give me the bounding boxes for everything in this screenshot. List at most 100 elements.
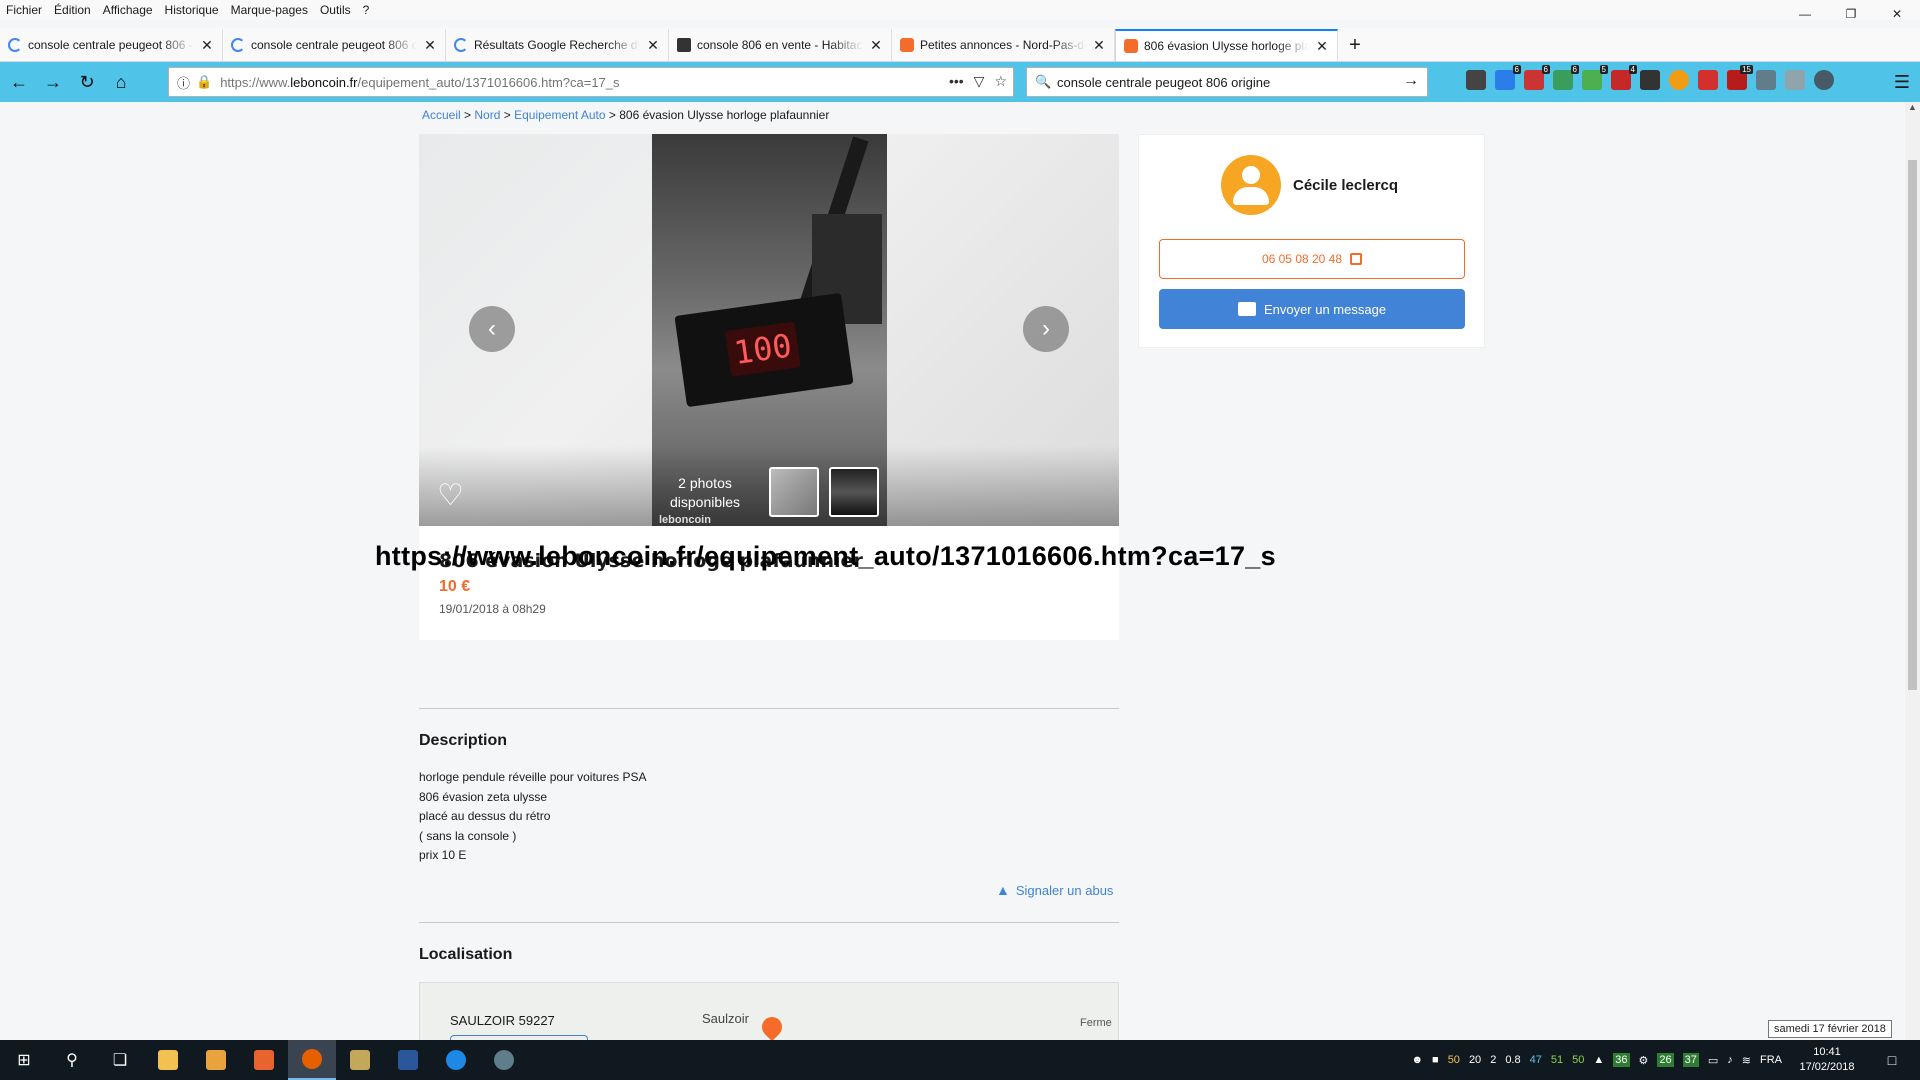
volume-icon[interactable]: ♪ — [1727, 1054, 1733, 1066]
url-bar[interactable]: ⓘ 🔒 https://www. leboncoin.fr/equipement_… — [168, 67, 1014, 97]
avatar-head — [1242, 166, 1260, 184]
close-tab-icon[interactable]: ✕ — [1092, 37, 1106, 54]
task-view-icon[interactable]: ❏ — [96, 1040, 144, 1080]
home-icon[interactable]: ⌂ — [106, 67, 136, 97]
app-icon[interactable] — [432, 1040, 480, 1080]
windows-start-icon[interactable]: ⊞ — [0, 1040, 48, 1080]
close-tab-icon[interactable]: ✕ — [869, 37, 883, 54]
app-icon[interactable] — [192, 1040, 240, 1080]
restore-icon[interactable]: ❐ — [1828, 0, 1874, 28]
extension-icon[interactable] — [1814, 70, 1834, 90]
system-tray: ☻ ■ 50 20 2 0.8 47 51 50 ▲ 36 ⚙ 26 37 ▭ … — [1411, 1040, 1920, 1080]
battery-icon[interactable]: ▭ — [1708, 1054, 1718, 1067]
library-icon[interactable] — [1466, 70, 1486, 90]
phone-button[interactable]: 06 05 08 20 48 — [1159, 239, 1465, 279]
crumb-home[interactable]: Accueil — [422, 108, 461, 122]
close-tab-icon[interactable]: ✕ — [1315, 38, 1329, 55]
word-icon[interactable] — [384, 1040, 432, 1080]
extension-icon[interactable]: 6 — [1524, 65, 1550, 90]
menu-affichage[interactable]: Affichage — [103, 3, 153, 17]
browser-tab[interactable]: console centrale peugeot 806 - ✕ — [0, 29, 223, 61]
crumb-category[interactable]: Equipement Auto — [514, 108, 605, 122]
extension-icon[interactable]: 6 — [1495, 65, 1521, 90]
menu-help[interactable]: ? — [363, 3, 370, 17]
seller-name[interactable]: Cécile leclercq — [1293, 177, 1398, 194]
browser-tab[interactable]: Résultats Google Recherche d'i ✕ — [446, 29, 669, 61]
menu-outils[interactable]: Outils — [320, 3, 351, 17]
close-tab-icon[interactable]: ✕ — [200, 37, 214, 54]
extension-icon[interactable] — [1756, 70, 1776, 90]
minimize-icon[interactable]: — — [1782, 0, 1828, 28]
sidebar-icon[interactable] — [1640, 70, 1660, 90]
reload-icon[interactable]: ↻ — [72, 67, 102, 97]
tray-icon[interactable]: ⚙ — [1639, 1054, 1649, 1067]
word-glyph — [398, 1050, 418, 1070]
pocket-icon[interactable]: ▽ — [974, 73, 985, 90]
photo-thumbnail[interactable] — [829, 467, 879, 517]
app-icon[interactable] — [336, 1040, 384, 1080]
location-heading: Localisation — [419, 946, 513, 963]
close-window-icon[interactable]: ✕ — [1874, 0, 1920, 28]
pen-icon[interactable] — [1698, 70, 1718, 90]
system-clock[interactable]: 10:41 17/02/2018 — [1791, 1045, 1863, 1075]
notification-icon[interactable]: □ — [1872, 1040, 1912, 1080]
map-pin-icon — [757, 1012, 787, 1041]
info-icon[interactable]: ⓘ — [177, 73, 190, 92]
network-icon[interactable]: ≋ — [1742, 1054, 1751, 1067]
menu-marque-pages[interactable]: Marque-pages — [231, 3, 308, 17]
firefox-icon[interactable] — [288, 1040, 336, 1080]
scroll-thumb[interactable] — [1908, 160, 1917, 690]
browser-tab[interactable]: console centrale peugeot 806 o ✕ — [223, 29, 446, 61]
language-indicator[interactable]: FRA — [1760, 1054, 1782, 1066]
search-go-icon[interactable]: → — [1403, 72, 1419, 90]
scroll-up-icon[interactable]: ▲ — [1905, 102, 1920, 116]
page-actions-icon[interactable]: ••• — [949, 73, 964, 90]
people-icon[interactable]: ☻ — [1411, 1054, 1423, 1066]
file-explorer-icon[interactable] — [144, 1040, 192, 1080]
new-tab-icon[interactable]: + — [1338, 29, 1372, 61]
location-map[interactable]: SAULZOIR 59227 Saulzoir Ferme — [419, 982, 1119, 1042]
extension-icon[interactable]: 5 — [1582, 65, 1608, 90]
menu-historique[interactable]: Historique — [165, 3, 219, 17]
download-icon[interactable] — [1785, 70, 1805, 90]
tray-value: 51 — [1550, 1054, 1564, 1066]
photo-gallery[interactable]: 100 ‹ › ♡ 2 photos disponibles leboncoin — [419, 134, 1119, 526]
menu-hamburger-icon[interactable]: ☰ — [1894, 72, 1910, 93]
google-icon — [454, 38, 468, 52]
extension-icon[interactable]: 6 — [1553, 65, 1579, 90]
next-photo-button[interactable]: › — [1023, 306, 1069, 352]
heart-icon[interactable]: ♡ — [437, 478, 464, 513]
tray-icon[interactable]: ■ — [1432, 1054, 1439, 1066]
app-glyph — [254, 1050, 274, 1070]
page-scrollbar[interactable]: ▲ — [1905, 102, 1920, 1040]
search-input[interactable]: 🔍 console centrale peugeot 806 origine → — [1026, 67, 1428, 97]
bookmark-star-icon[interactable]: ☆ — [994, 73, 1007, 90]
close-tab-icon[interactable]: ✕ — [646, 37, 660, 54]
send-message-button[interactable]: Envoyer un message — [1159, 289, 1465, 329]
description-line: 806 évasion zeta ulysse — [419, 789, 548, 804]
ad-price: 10 € — [439, 578, 471, 595]
star-icon[interactable] — [1669, 70, 1689, 90]
search-icon: 🔍 — [1035, 74, 1052, 89]
app-icon[interactable] — [240, 1040, 288, 1080]
photo-thumbnail[interactable] — [769, 467, 819, 517]
close-tab-icon[interactable]: ✕ — [423, 37, 437, 54]
browser-tab-active[interactable]: 806 évasion Ulysse horloge plaf ✕ — [1115, 29, 1338, 61]
report-label: Signaler un abus — [1015, 882, 1114, 898]
crumb-region[interactable]: Nord — [474, 108, 500, 122]
browser-tab[interactable]: Petites annonces - Nord-Pas-de ✕ — [892, 29, 1115, 61]
menu-edition[interactable]: Édition — [54, 3, 91, 17]
adblock-icon[interactable]: 4 — [1611, 65, 1637, 90]
app-icon[interactable] — [480, 1040, 528, 1080]
clock-time: 10:41 — [1813, 1046, 1841, 1058]
ublock-icon[interactable]: 15 — [1727, 65, 1753, 90]
previous-photo-button[interactable]: ‹ — [469, 306, 515, 352]
back-icon[interactable]: ← — [4, 67, 34, 97]
report-abuse-link[interactable]: ▲ Signaler un abus — [996, 882, 1113, 898]
menu-fichier[interactable]: Fichier — [6, 3, 42, 17]
tray-icon[interactable]: ▲ — [1593, 1054, 1604, 1066]
tray-value: 0.8 — [1505, 1054, 1521, 1066]
browser-tab[interactable]: console 806 en vente - Habitac ✕ — [669, 29, 892, 61]
search-icon[interactable]: ⚲ — [48, 1040, 96, 1080]
forward-icon[interactable]: → — [38, 67, 68, 97]
